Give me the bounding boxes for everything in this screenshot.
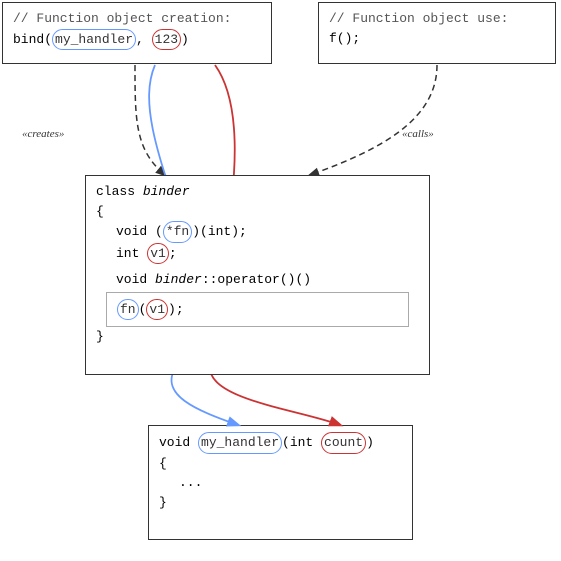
count-highlight: count xyxy=(321,432,366,454)
creates-arrow xyxy=(135,65,165,175)
class-header: class binder xyxy=(96,182,419,202)
calls-label: «calls» xyxy=(402,128,434,140)
handler-box: void my_handler(int count) { ... } xyxy=(148,425,413,540)
class-operator-header: void binder::operator()() xyxy=(96,270,419,290)
use-box: // Function object use: f(); xyxy=(318,2,556,64)
operator-body: fn(v1); xyxy=(117,299,398,321)
calls-arrow xyxy=(310,65,437,175)
red-arrow-v1-to-count xyxy=(210,368,340,425)
creation-comment: // Function object creation: xyxy=(13,9,261,29)
creation-code: bind(my_handler, 123) xyxy=(13,29,261,51)
my-handler-highlight: my_handler xyxy=(52,29,136,51)
my-handler-def-highlight: my_handler xyxy=(198,432,282,454)
class-v1: int v1; xyxy=(96,243,419,265)
class-box: class binder { void (*fn)(int); int v1; … xyxy=(85,175,430,375)
handler-ellipsis: ... xyxy=(159,473,402,493)
use-comment: // Function object use: xyxy=(329,9,545,29)
handler-open: { xyxy=(159,454,402,474)
handler-close: } xyxy=(159,493,402,513)
operator-box: fn(v1); xyxy=(106,292,409,328)
class-fn-ptr: void (*fn)(int); xyxy=(96,221,419,243)
creation-box: // Function object creation: bind(my_han… xyxy=(2,2,272,64)
v1-highlight: v1 xyxy=(147,243,169,265)
value-123-highlight: 123 xyxy=(152,29,181,51)
handler-header: void my_handler(int count) xyxy=(159,432,402,454)
fn-call-highlight: fn xyxy=(117,299,139,321)
fn-highlight: *fn xyxy=(163,221,192,243)
blue-arrow-fn-to-handler xyxy=(171,368,238,425)
creates-label: «creates» xyxy=(22,128,64,140)
class-close-inner: } xyxy=(96,327,419,347)
use-code: f(); xyxy=(329,29,545,49)
class-open: { xyxy=(96,202,419,222)
v1-call-highlight: v1 xyxy=(146,299,168,321)
